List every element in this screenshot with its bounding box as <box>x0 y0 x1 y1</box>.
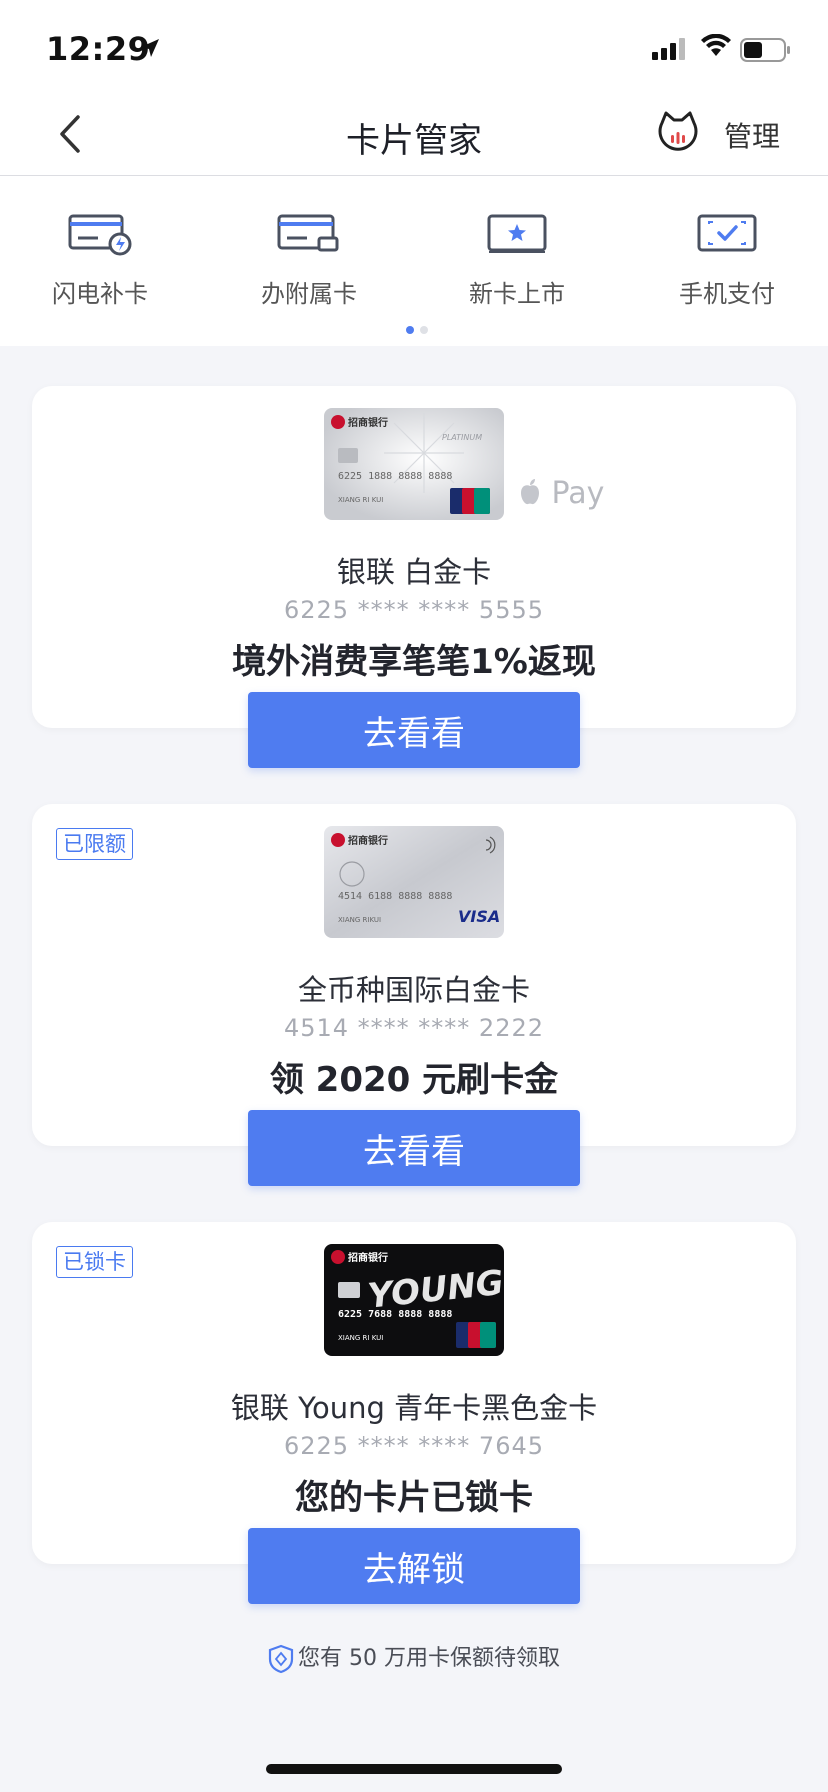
card-tier-text: PLATINUM <box>442 433 482 442</box>
card-name: 银联 白金卡 <box>336 555 492 589</box>
quick-action-label: 新卡上市 <box>469 280 565 308</box>
card-number: 4514 **** **** 2222 <box>283 1014 545 1042</box>
page-dot-active <box>406 326 414 334</box>
status-badge-limited: 已限额 <box>56 828 133 860</box>
location-arrow-icon <box>141 39 159 57</box>
apple-pay-logo: Pay <box>518 476 604 511</box>
card-lightning-icon <box>68 214 132 256</box>
card-promo: 境外消费享笔笔1%返现 <box>232 642 596 682</box>
card-bank-name: 招商银行 <box>348 1251 388 1264</box>
home-indicator[interactable] <box>266 1764 562 1774</box>
card-promo: 您的卡片已锁卡 <box>295 1478 533 1518</box>
card-image-platinum: 招商银行 PLATINUM 6225 1888 8888 8888 XIANG … <box>324 408 504 520</box>
assistant-mascot-icon[interactable] <box>654 109 702 157</box>
status-bar: 12:29 <box>0 0 828 95</box>
quick-action-label: 手机支付 <box>679 280 775 308</box>
page-dot <box>420 326 428 334</box>
card-holder-text: XIANG RI KUI <box>338 496 383 504</box>
card-network-text: VISA <box>458 907 500 926</box>
card-panel-young: 已锁卡 招商银行 YOUNG 6225 7688 8888 8888 XIANG… <box>32 1222 796 1604</box>
unlock-button[interactable]: 去解锁 <box>248 1528 580 1604</box>
apple-pay-text: Pay <box>551 476 605 511</box>
insurance-note-text: 您有 50 万用卡保额待领取 <box>298 1646 560 1671</box>
card-name: 银联 Young 青年卡黑色金卡 <box>230 1391 598 1425</box>
cellular-signal-icon <box>652 38 685 60</box>
card-number: 6225 **** **** 7645 <box>283 1432 545 1460</box>
card-secondary-icon <box>277 214 339 252</box>
card-name: 全币种国际白金卡 <box>297 973 530 1007</box>
card-image-visa: 招商银行 4514 6188 8888 8888 XIANG RIKUI VIS… <box>324 826 504 938</box>
quick-actions: 闪电补卡 办附属卡 新卡上市 手机支付 <box>0 176 828 346</box>
wifi-icon <box>701 34 731 56</box>
card-bank-name: 招商银行 <box>348 416 388 429</box>
card-image-young: 招商银行 YOUNG 6225 7688 8888 8888 XIANG RI … <box>324 1244 504 1356</box>
card-number-text: 6225 1888 8888 8888 <box>338 471 452 482</box>
card-holder-text: XIANG RIKUI <box>338 916 381 924</box>
quick-action-label: 办附属卡 <box>261 280 357 308</box>
card-number: 6225 **** **** 5555 <box>283 596 545 624</box>
manage-button[interactable]: 管理 <box>724 115 780 155</box>
quick-action-secondary-card[interactable]: 办附属卡 <box>234 212 384 309</box>
quick-action-mobile-pay[interactable]: 手机支付 <box>652 212 802 309</box>
nav-bar: 卡片管家 管理 <box>0 95 828 176</box>
quick-action-new-card[interactable]: 新卡上市 <box>442 212 592 309</box>
insurance-note[interactable]: 您有 50 万用卡保额待领取 <box>0 1640 828 1674</box>
apple-logo-icon <box>521 479 539 505</box>
card-panel-platinum: 招商银行 PLATINUM 6225 1888 8888 8888 XIANG … <box>32 386 796 768</box>
view-button[interactable]: 去看看 <box>248 1110 580 1186</box>
card-number-text: 4514 6188 8888 8888 <box>338 891 452 902</box>
battery-icon <box>740 38 790 62</box>
card-check-icon <box>697 214 757 252</box>
card-promo: 领 2020 元刷卡金 <box>269 1060 559 1100</box>
quick-action-flash-replace[interactable]: 闪电补卡 <box>25 212 175 309</box>
view-button[interactable]: 去看看 <box>248 692 580 768</box>
status-badge-locked: 已锁卡 <box>56 1246 133 1278</box>
shield-icon <box>268 1644 294 1674</box>
quick-action-label: 闪电补卡 <box>52 280 148 308</box>
page-title: 卡片管家 <box>346 121 482 161</box>
card-bank-name: 招商银行 <box>348 834 388 847</box>
status-time: 12:29 <box>46 30 151 68</box>
card-panel-global-platinum: 已限额 招商银行 4514 6188 8888 8888 XIANG RIKUI… <box>32 804 796 1186</box>
card-holder-text: XIANG RI KUI <box>338 1334 383 1342</box>
page-indicator <box>403 319 431 338</box>
card-number-text: 6225 7688 8888 8888 <box>338 1309 452 1320</box>
card-star-icon <box>487 214 547 253</box>
